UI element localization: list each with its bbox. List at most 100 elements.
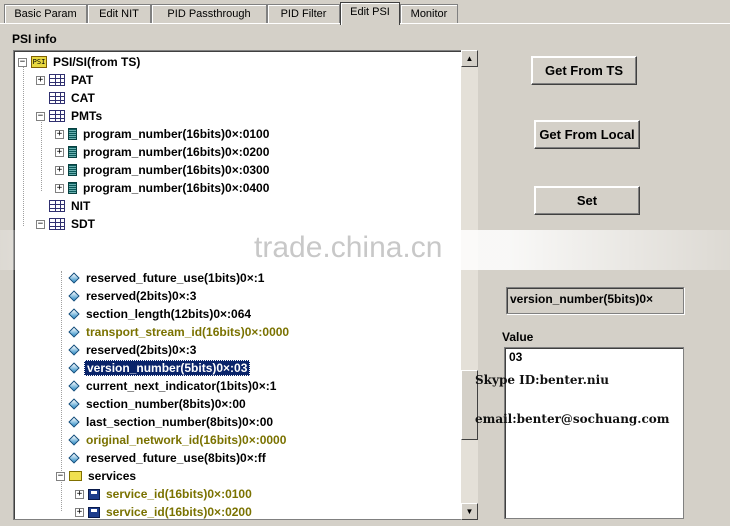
expand-icon[interactable]: + [36, 75, 45, 85]
tree-node-service[interactable]: + service_id(16bits)0×:0200 [75, 503, 254, 519]
tree-label: transport_stream_id(16bits)0×:0000 [86, 325, 290, 339]
scroll-up-icon[interactable]: ▲ [461, 50, 478, 67]
tree-label: original_network_id(16bits)0×:0000 [86, 433, 287, 447]
tree-line [41, 119, 42, 191]
document-icon [68, 128, 77, 140]
tree-field[interactable]: reserved_future_use(8bits)0×:ff [68, 449, 268, 467]
disk-icon [88, 488, 100, 500]
field-icon [68, 290, 80, 302]
get-from-local-button[interactable]: Get From Local [534, 120, 640, 149]
expand-icon[interactable]: + [55, 165, 64, 175]
tree-label: service_id(16bits)0×:0100 [106, 487, 252, 501]
email-overlay-text: email:benter@sochuang.com [475, 412, 670, 426]
table-icon [49, 200, 65, 212]
skype-overlay-text: Skype ID:benter.niu [475, 373, 609, 387]
document-icon [68, 182, 77, 194]
field-icon [68, 416, 80, 428]
tree-node-program[interactable]: + program_number(16bits)0×:0400 [55, 179, 271, 197]
tree-field[interactable]: section_length(12bits)0×:064 [68, 305, 253, 323]
value-label: Value [502, 330, 534, 344]
collapse-icon[interactable]: − [36, 111, 45, 121]
tree-node-pat[interactable]: + PAT [36, 71, 95, 89]
tree-root-label: PSI/SI(from TS) [53, 55, 141, 69]
tree-field[interactable]: transport_stream_id(16bits)0×:0000 [68, 323, 291, 341]
tab-pid-filter[interactable]: PID Filter [267, 4, 340, 24]
tree-node-pmts[interactable]: − PMTs [36, 107, 104, 125]
tab-edit-nit[interactable]: Edit NIT [87, 4, 151, 24]
tree-field[interactable]: original_network_id(16bits)0×:0000 [68, 431, 288, 449]
value-text: 03 [509, 350, 523, 364]
tree-label: section_length(12bits)0×:064 [86, 307, 252, 321]
tab-basic-param[interactable]: Basic Param [4, 4, 87, 24]
tree-field[interactable]: last_section_number(8bits)0×:00 [68, 413, 275, 431]
psi-tree[interactable]: − PSI PSI/SI(from TS) + PAT CAT − PMTs +… [13, 50, 478, 520]
tree-field[interactable]: reserved(2bits)0×:3 [68, 341, 198, 359]
collapse-icon[interactable]: − [18, 57, 27, 67]
expand-icon[interactable]: + [55, 129, 64, 139]
field-icon [68, 344, 80, 356]
tree-label: program_number(16bits)0×:0300 [83, 163, 270, 177]
expand-icon[interactable]: + [55, 183, 64, 193]
table-icon [49, 218, 65, 230]
tree-label: services [88, 469, 137, 483]
tree-label: reserved_future_use(1bits)0×:1 [86, 271, 265, 285]
tree-label: last_section_number(8bits)0×:00 [86, 415, 274, 429]
tree-label: reserved(2bits)0×:3 [86, 343, 197, 357]
tree-label: current_next_indicator(1bits)0×:1 [86, 379, 277, 393]
field-icon [68, 308, 80, 320]
field-icon [68, 326, 80, 338]
tree-line [23, 64, 24, 226]
field-icon [68, 434, 80, 446]
field-icon [68, 362, 80, 374]
tree-label: section_number(8bits)0×:00 [86, 397, 246, 411]
tree-node-program[interactable]: + program_number(16bits)0×:0300 [55, 161, 271, 179]
disk-icon [88, 506, 100, 518]
tree-node-services[interactable]: − services [56, 467, 138, 485]
table-icon [49, 110, 65, 122]
field-icon [68, 452, 80, 464]
get-from-ts-button[interactable]: Get From TS [531, 56, 637, 85]
tree-label: reserved(2bits)0×:3 [86, 289, 197, 303]
tree-node-root[interactable]: − PSI PSI/SI(from TS) [18, 53, 142, 71]
field-icon [68, 398, 80, 410]
tree-label: reserved_future_use(8bits)0×:ff [86, 451, 266, 465]
tab-edit-psi[interactable]: Edit PSI [340, 2, 400, 25]
selected-field-name: version_number(5bits)0× [506, 287, 684, 314]
tree-label: program_number(16bits)0×:0400 [83, 181, 270, 195]
tree-field-selected[interactable]: version_number(5bits)0×:03 [68, 359, 251, 377]
tab-monitor[interactable]: Monitor [400, 4, 458, 24]
tree-label: CAT [71, 91, 95, 105]
tree-field[interactable]: section_number(8bits)0×:00 [68, 395, 248, 413]
tree-label: program_number(16bits)0×:0100 [83, 127, 270, 141]
expand-icon[interactable]: + [55, 147, 64, 157]
scroll-down-icon[interactable]: ▼ [461, 503, 478, 520]
collapse-icon[interactable]: − [36, 219, 45, 229]
table-icon [49, 92, 65, 104]
tree-node-sdt[interactable]: − SDT [36, 215, 97, 233]
tree-label: program_number(16bits)0×:0200 [83, 145, 270, 159]
tree-node-program[interactable]: + program_number(16bits)0×:0200 [55, 143, 271, 161]
set-button[interactable]: Set [534, 186, 640, 215]
collapse-icon[interactable]: − [56, 471, 65, 481]
root-icon: PSI [31, 56, 47, 68]
tree-label: PMTs [71, 109, 103, 123]
tree-node-cat[interactable]: CAT [49, 89, 97, 107]
tree-node-program[interactable]: + program_number(16bits)0×:0100 [55, 125, 271, 143]
expand-icon[interactable]: + [75, 507, 84, 517]
tab-pid-passthrough[interactable]: PID Passthrough [151, 4, 267, 24]
tree-label: version_number(5bits)0×:03 [84, 360, 251, 376]
tree-label: NIT [71, 199, 91, 213]
field-icon [68, 272, 80, 284]
tree-field[interactable]: current_next_indicator(1bits)0×:1 [68, 377, 278, 395]
document-icon [68, 146, 77, 158]
folder-icon [69, 471, 82, 481]
psi-info-title: PSI info [12, 32, 57, 46]
tree-field[interactable]: reserved(2bits)0×:3 [68, 287, 198, 305]
tree-label: SDT [71, 217, 95, 231]
tree-label: service_id(16bits)0×:0200 [106, 505, 252, 519]
tree-node-nit[interactable]: NIT [49, 197, 92, 215]
tree-scrollbar[interactable]: ▲ ▼ [461, 50, 478, 520]
expand-icon[interactable]: + [75, 489, 84, 499]
tree-node-service[interactable]: + service_id(16bits)0×:0100 [75, 485, 254, 503]
tree-field[interactable]: reserved_future_use(1bits)0×:1 [68, 269, 266, 287]
